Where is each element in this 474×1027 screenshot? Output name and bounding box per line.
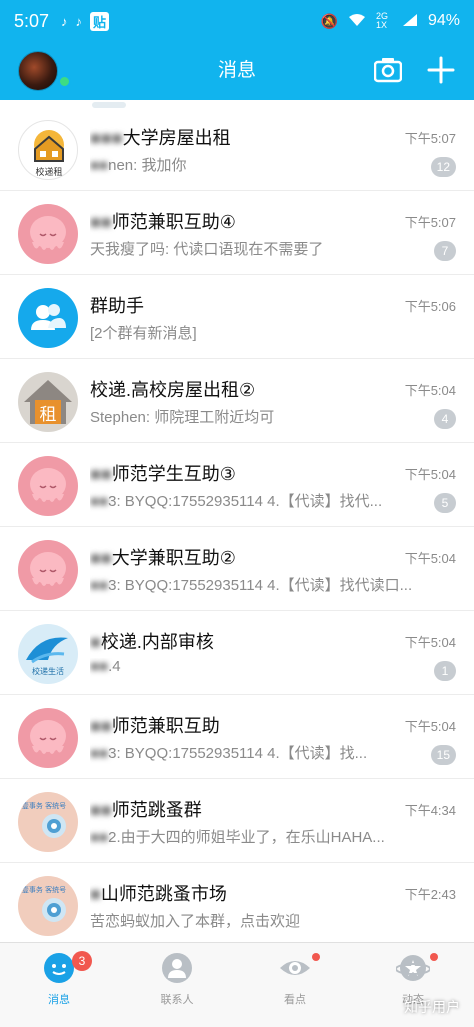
add-icon[interactable] xyxy=(426,55,456,85)
wifi-icon xyxy=(348,13,366,30)
watermark-text: 知乎用户 xyxy=(404,999,460,1015)
message-bubble-icon xyxy=(44,953,74,983)
top-bar: 消息 xyxy=(0,42,474,100)
tieba-app-icon: 贴 xyxy=(90,11,110,31)
conversation-preview: 苦恋蚂蚁加入了本群，点击欢迎 xyxy=(90,913,301,930)
camera-icon[interactable] xyxy=(374,57,402,83)
conversation-name: ■■■大学房屋出租 xyxy=(90,128,231,148)
octopus-avatar xyxy=(18,456,78,516)
tab-messages[interactable]: 3 消息 xyxy=(14,951,104,1017)
octopus-avatar xyxy=(18,540,78,600)
avatar-logo-text: 壹事务 客统号 xyxy=(22,801,66,810)
unread-badge: 5 xyxy=(434,493,456,513)
conversation-preview: ■■3: BYQQ:17552935114 4.【代读】找代读口... xyxy=(90,577,413,594)
tab-label: 消息 xyxy=(48,994,70,1006)
conversation-time: 下午5:07 xyxy=(404,215,456,230)
flower-avatar: 壹事务 客统号 xyxy=(18,876,78,936)
tab-unread-badge: 3 xyxy=(72,951,92,971)
network-type-label: 2G 1X xyxy=(375,11,388,30)
avatar-logo-text: 校递租 xyxy=(35,166,62,178)
conversation-name: ■■师范兼职互助④ xyxy=(90,212,236,232)
conversation-preview: Stephen: 师院理工附近均可 xyxy=(90,409,275,426)
unread-badge: 7 xyxy=(434,241,456,261)
conversation-preview: ■■.4 xyxy=(90,658,121,675)
tab-label: 看点 xyxy=(284,994,306,1006)
conversation-row[interactable]: 租 校递.高校房屋出租② Stephen: 师院理工附近均可 下午5:04 4 xyxy=(0,360,474,443)
conversation-name: ■■师范学生互助③ xyxy=(90,464,236,484)
rent-house-avatar: 租 xyxy=(18,372,78,432)
conversation-time: 下午5:07 xyxy=(404,131,456,146)
avatar-logo-text: 租 xyxy=(40,405,57,425)
conversation-name: 群助手 xyxy=(90,296,144,316)
conversation-row[interactable]: 壹事务 客统号 ■山师范跳蚤市场 苦恋蚂蚁加入了本群，点击欢迎 下午2:43 xyxy=(0,864,474,942)
conversation-row[interactable]: 壹事务 客统号 ■■师范跳蚤群 ■■2.由于大四的师姐毕业了，在乐山HAHA..… xyxy=(0,780,474,863)
flower-avatar: 壹事务 客统号 xyxy=(18,792,78,852)
conversation-name: ■■大学兼职互助② xyxy=(90,548,236,568)
conversation-row[interactable]: 群助手 [2个群有新消息] 下午5:06 xyxy=(0,276,474,359)
wave-logo-avatar: 校递生活 xyxy=(18,624,78,684)
tiktok-icon: ♪ xyxy=(75,13,83,29)
unread-badge: 12 xyxy=(430,157,456,177)
conversation-preview: ■■3: BYQQ:17552935114 4.【代读】找... xyxy=(90,745,368,762)
conversation-row[interactable]: 校递生活 ■校递.内部审核 ■■.4 下午5:04 1 xyxy=(0,612,474,695)
tab-label: 联系人 xyxy=(160,994,194,1006)
contact-person-icon xyxy=(162,953,192,983)
conversation-name: ■■师范跳蚤群 xyxy=(90,800,202,820)
conversation-list[interactable]: 校递租 ■■■大学房屋出租 ■■nen: 我加你 下午5:07 12 ■■师范兼… xyxy=(0,100,474,942)
conversation-preview: 天我瘦了吗: 代读口语现在不需要了 xyxy=(90,241,324,258)
unread-badge: 1 xyxy=(434,661,456,681)
conversation-time: 下午5:04 xyxy=(404,551,456,566)
tab-contacts[interactable]: 联系人 xyxy=(132,951,222,1017)
avatar-logo-text: 校递生活 xyxy=(32,666,64,676)
page-title: 消息 xyxy=(217,60,256,81)
conversation-row[interactable]: ■■大学兼职互助② ■■3: BYQQ:17552935114 4.【代读】找代… xyxy=(0,528,474,611)
conversation-preview: ■■2.由于大四的师姐毕业了，在乐山HAHA... xyxy=(90,829,385,846)
eye-icon xyxy=(280,961,310,975)
tab-discover[interactable]: 看点 xyxy=(250,951,340,1017)
conversation-row[interactable]: ■■师范兼职互助 ■■3: BYQQ:17552935114 4.【代读】找..… xyxy=(0,696,474,779)
conversation-time: 下午4:34 xyxy=(404,803,456,818)
unread-badge: 15 xyxy=(430,745,456,765)
bottom-tab-bar: 3 消息 联系人 看点 动态 知乎用户 xyxy=(0,942,474,1027)
signal-icon xyxy=(402,13,418,30)
conversation-time: 下午2:43 xyxy=(404,887,456,902)
status-time: 5:07 xyxy=(14,10,50,31)
octopus-avatar xyxy=(18,204,78,264)
battery-level: 94% xyxy=(427,12,460,29)
mute-icon: 🔕 xyxy=(320,12,338,29)
conversation-name: ■山师范跳蚤市场 xyxy=(90,884,227,904)
status-bar: 5:07 ♪ ♪ 贴 🔕 2G 1X 94% xyxy=(0,0,474,42)
group-helper-avatar xyxy=(18,288,78,348)
tiktok-icon: ♪ xyxy=(61,13,68,29)
conversation-time: 下午5:04 xyxy=(404,467,456,482)
conversation-time: 下午5:06 xyxy=(404,299,456,314)
conversation-preview: [2个群有新消息] xyxy=(90,325,197,342)
conversation-row[interactable]: 校递租 ■■■大学房屋出租 ■■nen: 我加你 下午5:07 12 xyxy=(0,108,474,191)
house-logo-avatar: 校递租 xyxy=(18,120,78,180)
conversation-name: 校递.高校房屋出租② xyxy=(90,380,256,400)
unread-badge: 4 xyxy=(434,409,456,429)
conversation-time: 下午5:04 xyxy=(404,635,456,650)
conversation-preview: ■■nen: 我加你 xyxy=(90,157,187,174)
conversation-name: ■■师范兼职互助 xyxy=(90,716,220,736)
tab-notify-dot xyxy=(312,953,320,961)
conversation-time: 下午5:04 xyxy=(404,383,456,398)
conversation-preview: ■■3: BYQQ:17552935114 4.【代读】找代... xyxy=(90,493,383,510)
conversation-time: 下午5:04 xyxy=(404,719,456,734)
tab-notify-dot xyxy=(430,953,438,961)
conversation-row[interactable]: ■■师范兼职互助④ 天我瘦了吗: 代读口语现在不需要了 下午5:07 7 xyxy=(0,192,474,275)
octopus-avatar xyxy=(18,708,78,768)
conversation-row[interactable]: ■■师范学生互助③ ■■3: BYQQ:17552935114 4.【代读】找代… xyxy=(0,444,474,527)
conversation-name: ■校递.内部审核 xyxy=(90,632,214,652)
avatar-logo-text: 壹事务 客统号 xyxy=(22,885,66,894)
star-planet-icon xyxy=(396,955,430,981)
